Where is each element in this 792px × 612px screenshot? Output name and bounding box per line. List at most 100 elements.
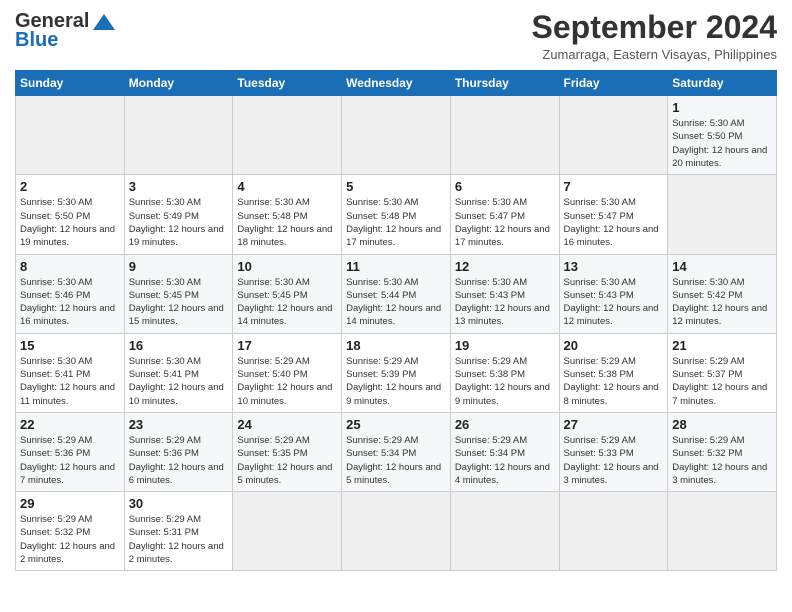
day-cell: 26 Sunrise: 5:29 AMSunset: 5:34 PMDayligh… — [450, 412, 559, 491]
logo-icon — [93, 14, 115, 30]
day-cell: 14 Sunrise: 5:30 AMSunset: 5:42 PMDayligh… — [668, 254, 777, 333]
week-row: 2 Sunrise: 5:30 AMSunset: 5:50 PMDaylight… — [16, 175, 777, 254]
day-number: 14 — [672, 259, 772, 274]
day-number: 21 — [672, 338, 772, 353]
day-detail: Sunrise: 5:30 AMSunset: 5:41 PMDaylight:… — [129, 355, 229, 408]
day-number: 28 — [672, 417, 772, 432]
day-detail: Sunrise: 5:30 AMSunset: 5:48 PMDaylight:… — [237, 196, 337, 249]
empty-cell — [342, 96, 451, 175]
day-cell: 4 Sunrise: 5:30 AMSunset: 5:48 PMDaylight… — [233, 175, 342, 254]
day-cell: 3 Sunrise: 5:30 AMSunset: 5:49 PMDaylight… — [124, 175, 233, 254]
day-detail: Sunrise: 5:30 AMSunset: 5:42 PMDaylight:… — [672, 276, 772, 329]
day-number: 9 — [129, 259, 229, 274]
day-number: 15 — [20, 338, 120, 353]
day-cell: 22 Sunrise: 5:29 AMSunset: 5:36 PMDayligh… — [16, 412, 125, 491]
header-wednesday: Wednesday — [342, 71, 451, 96]
day-cell: 29Sunrise: 5:29 AMSunset: 5:32 PMDayligh… — [16, 492, 125, 571]
day-cell: 8 Sunrise: 5:30 AMSunset: 5:46 PMDaylight… — [16, 254, 125, 333]
day-number: 7 — [564, 179, 664, 194]
empty-cell — [124, 96, 233, 175]
day-number: 6 — [455, 179, 555, 194]
day-detail: Sunrise: 5:30 AMSunset: 5:43 PMDaylight:… — [564, 276, 664, 329]
day-detail: Sunrise: 5:30 AMSunset: 5:50 PMDaylight:… — [672, 117, 772, 170]
day-number: 26 — [455, 417, 555, 432]
calendar-table: SundayMondayTuesdayWednesdayThursdayFrid… — [15, 70, 777, 571]
day-number: 17 — [237, 338, 337, 353]
day-number: 1 — [672, 100, 772, 115]
day-cell: 15 Sunrise: 5:30 AMSunset: 5:41 PMDayligh… — [16, 333, 125, 412]
day-number: 19 — [455, 338, 555, 353]
day-detail: Sunrise: 5:29 AMSunset: 5:34 PMDaylight:… — [455, 434, 555, 487]
day-detail: Sunrise: 5:30 AMSunset: 5:47 PMDaylight:… — [455, 196, 555, 249]
empty-cell — [559, 96, 668, 175]
day-cell: 17 Sunrise: 5:29 AMSunset: 5:40 PMDayligh… — [233, 333, 342, 412]
empty-cell — [16, 96, 125, 175]
day-detail: Sunrise: 5:29 AMSunset: 5:36 PMDaylight:… — [129, 434, 229, 487]
day-number: 25 — [346, 417, 446, 432]
day-cell — [559, 492, 668, 571]
day-detail: Sunrise: 5:30 AMSunset: 5:46 PMDaylight:… — [20, 276, 120, 329]
week-row: 15 Sunrise: 5:30 AMSunset: 5:41 PMDayligh… — [16, 333, 777, 412]
header-friday: Friday — [559, 71, 668, 96]
day-number: 3 — [129, 179, 229, 194]
day-number: 11 — [346, 259, 446, 274]
day-cell: 21 Sunrise: 5:29 AMSunset: 5:37 PMDayligh… — [668, 333, 777, 412]
header-monday: Monday — [124, 71, 233, 96]
empty-cell — [450, 96, 559, 175]
day-cell: 18 Sunrise: 5:29 AMSunset: 5:39 PMDayligh… — [342, 333, 451, 412]
day-detail: Sunrise: 5:29 AMSunset: 5:39 PMDaylight:… — [346, 355, 446, 408]
day-detail: Sunrise: 5:30 AMSunset: 5:45 PMDaylight:… — [129, 276, 229, 329]
day-cell — [668, 492, 777, 571]
day-cell: 12Sunrise: 5:30 AMSunset: 5:43 PMDayligh… — [450, 254, 559, 333]
day-number: 27 — [564, 417, 664, 432]
day-cell — [668, 175, 777, 254]
day-cell: 24 Sunrise: 5:29 AMSunset: 5:35 PMDayligh… — [233, 412, 342, 491]
week-row: 8 Sunrise: 5:30 AMSunset: 5:46 PMDaylight… — [16, 254, 777, 333]
day-detail: Sunrise: 5:29 AMSunset: 5:36 PMDaylight:… — [20, 434, 120, 487]
day-detail: Sunrise: 5:30 AMSunset: 5:43 PMDaylight:… — [455, 276, 555, 329]
day-number: 8 — [20, 259, 120, 274]
day-cell: 23 Sunrise: 5:29 AMSunset: 5:36 PMDayligh… — [124, 412, 233, 491]
day-number: 22 — [20, 417, 120, 432]
day-cell — [450, 492, 559, 571]
day-header-row: SundayMondayTuesdayWednesdayThursdayFrid… — [16, 71, 777, 96]
header-tuesday: Tuesday — [233, 71, 342, 96]
calendar-body: 1 Sunrise: 5:30 AMSunset: 5:50 PMDaylight… — [16, 96, 777, 571]
day-number: 13 — [564, 259, 664, 274]
day-number: 30 — [129, 496, 229, 511]
day-detail: Sunrise: 5:29 AMSunset: 5:38 PMDaylight:… — [564, 355, 664, 408]
day-cell: 30Sunrise: 5:29 AMSunset: 5:31 PMDayligh… — [124, 492, 233, 571]
page-header: General Blue September 2024 Zumarraga, E… — [15, 10, 777, 62]
day-cell: 28Sunrise: 5:29 AMSunset: 5:32 PMDayligh… — [668, 412, 777, 491]
day-detail: Sunrise: 5:30 AMSunset: 5:50 PMDaylight:… — [20, 196, 120, 249]
day-detail: Sunrise: 5:30 AMSunset: 5:48 PMDaylight:… — [346, 196, 446, 249]
day-detail: Sunrise: 5:30 AMSunset: 5:41 PMDaylight:… — [20, 355, 120, 408]
day-number: 23 — [129, 417, 229, 432]
day-number: 18 — [346, 338, 446, 353]
day-number: 4 — [237, 179, 337, 194]
day-detail: Sunrise: 5:29 AMSunset: 5:37 PMDaylight:… — [672, 355, 772, 408]
day-number: 2 — [20, 179, 120, 194]
day-number: 20 — [564, 338, 664, 353]
day-cell: 16Sunrise: 5:30 AMSunset: 5:41 PMDayligh… — [124, 333, 233, 412]
month-year: September 2024 — [532, 10, 777, 45]
day-detail: Sunrise: 5:29 AMSunset: 5:33 PMDaylight:… — [564, 434, 664, 487]
day-number: 24 — [237, 417, 337, 432]
day-cell: 19 Sunrise: 5:29 AMSunset: 5:38 PMDayligh… — [450, 333, 559, 412]
title-block: September 2024 Zumarraga, Eastern Visaya… — [532, 10, 777, 62]
day-number: 29 — [20, 496, 120, 511]
day-detail: Sunrise: 5:29 AMSunset: 5:38 PMDaylight:… — [455, 355, 555, 408]
day-detail: Sunrise: 5:29 AMSunset: 5:35 PMDaylight:… — [237, 434, 337, 487]
day-number: 10 — [237, 259, 337, 274]
day-detail: Sunrise: 5:30 AMSunset: 5:49 PMDaylight:… — [129, 196, 229, 249]
day-cell: 7Sunrise: 5:30 AMSunset: 5:47 PMDaylight… — [559, 175, 668, 254]
day-cell: 2 Sunrise: 5:30 AMSunset: 5:50 PMDaylight… — [16, 175, 125, 254]
location: Zumarraga, Eastern Visayas, Philippines — [532, 47, 777, 62]
header-saturday: Saturday — [668, 71, 777, 96]
day-cell: 20 Sunrise: 5:29 AMSunset: 5:38 PMDayligh… — [559, 333, 668, 412]
day-cell: 25Sunrise: 5:29 AMSunset: 5:34 PMDayligh… — [342, 412, 451, 491]
day-detail: Sunrise: 5:30 AMSunset: 5:45 PMDaylight:… — [237, 276, 337, 329]
day-detail: Sunrise: 5:29 AMSunset: 5:40 PMDaylight:… — [237, 355, 337, 408]
day-cell: 5Sunrise: 5:30 AMSunset: 5:48 PMDaylight… — [342, 175, 451, 254]
day-cell: 10 Sunrise: 5:30 AMSunset: 5:45 PMDayligh… — [233, 254, 342, 333]
